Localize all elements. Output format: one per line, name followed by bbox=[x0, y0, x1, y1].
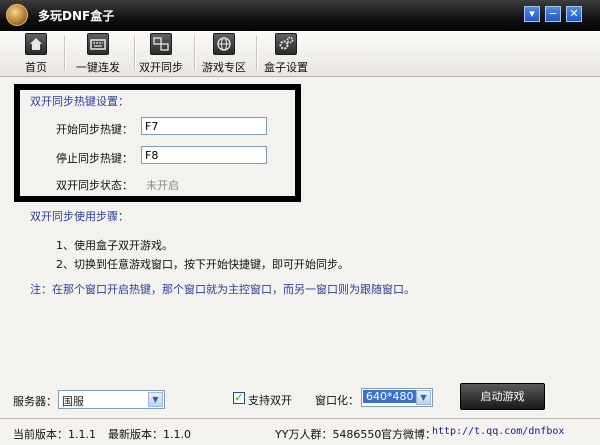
server-label: 服务器： bbox=[13, 395, 57, 408]
toolbar-settings[interactable]: 盒子设置 bbox=[262, 33, 310, 76]
hotkey-section-title: 双开同步热键设置： bbox=[30, 95, 129, 108]
windowed-label: 窗口化： bbox=[315, 394, 359, 407]
dual-open-label: 支持双开 bbox=[248, 394, 292, 407]
dual-open-checkbox[interactable]: ✓ bbox=[233, 392, 245, 404]
current-version: 当前版本：1.1.1 bbox=[13, 428, 96, 441]
window-size-select[interactable]: 640*480 ▼ bbox=[361, 388, 433, 407]
toolbar-label: 一键连发 bbox=[76, 61, 120, 74]
divider bbox=[0, 418, 600, 419]
hotkey-settings-panel: 双开同步热键设置： 开始同步热键： 停止同步热键： 双开同步状态： 未开启 bbox=[14, 84, 301, 202]
yy-group: YY万人群：5486550 bbox=[275, 428, 382, 441]
menu-dropdown-button[interactable]: ▾ bbox=[524, 6, 540, 22]
status-bar: 当前版本：1.1.1 最新版本：1.1.0 YY万人群：5486550 官方微博… bbox=[0, 421, 600, 445]
stop-hotkey-label: 停止同步热键： bbox=[56, 152, 133, 165]
close-button[interactable]: ✕ bbox=[566, 6, 582, 22]
step-item: 2、切换到任意游戏窗口，按下开始快捷键，即可开始同步。 bbox=[56, 258, 349, 271]
globe-icon bbox=[213, 33, 235, 55]
toolbar-divider bbox=[256, 36, 258, 70]
weibo-link[interactable]: http://t.qq.com/dnfbox bbox=[432, 426, 564, 437]
toolbar-hotkey-repeat[interactable]: 一键连发 bbox=[74, 33, 122, 76]
launch-game-button[interactable]: 启动游戏 bbox=[460, 383, 545, 410]
toolbar-label: 双开同步 bbox=[139, 61, 183, 74]
dual-window-icon bbox=[150, 33, 172, 55]
steps-section-title: 双开同步使用步骤： bbox=[30, 210, 129, 223]
toolbar-game-zone[interactable]: 游戏专区 bbox=[200, 33, 248, 76]
window-title: 多玩DNF盒子 bbox=[38, 9, 115, 23]
start-hotkey-label: 开始同步热键： bbox=[56, 123, 133, 136]
start-hotkey-input[interactable] bbox=[141, 117, 267, 135]
server-select-value: 国服 bbox=[62, 395, 84, 408]
app-logo-icon bbox=[6, 4, 28, 26]
minimize-button[interactable]: − bbox=[545, 6, 561, 22]
toolbar-divider bbox=[194, 36, 196, 70]
window-size-select-value: 640*480 bbox=[363, 390, 417, 403]
toolbar-divider bbox=[134, 36, 136, 70]
usage-note: 注：在那个窗口开启热键，那个窗口就为主控窗口，而另一窗口则为跟随窗口。 bbox=[30, 283, 415, 296]
main-toolbar: 首页 一键连发 双开同步 游戏专区 盒子设置 bbox=[0, 31, 600, 77]
gears-icon bbox=[275, 33, 297, 55]
title-bar: 多玩DNF盒子 ▾ − ✕ bbox=[0, 0, 600, 31]
stop-hotkey-input[interactable] bbox=[141, 146, 267, 164]
app-window: 多玩DNF盒子 ▾ − ✕ 首页 一键连发 双开同步 游戏专区 盒子设置 双开同… bbox=[0, 0, 600, 445]
toolbar-label: 盒子设置 bbox=[264, 61, 308, 74]
home-icon bbox=[25, 33, 47, 55]
keyboard-icon bbox=[87, 33, 109, 55]
server-select[interactable]: 国服 ▼ bbox=[58, 390, 165, 409]
chevron-down-icon[interactable]: ▼ bbox=[148, 392, 163, 407]
weibo-label: 官方微博： bbox=[381, 428, 436, 441]
step-item: 1、使用盒子双开游戏。 bbox=[56, 239, 173, 252]
toolbar-dual-sync[interactable]: 双开同步 bbox=[138, 33, 184, 76]
toolbar-label: 首页 bbox=[25, 61, 47, 74]
toolbar-label: 游戏专区 bbox=[202, 61, 246, 74]
toolbar-divider bbox=[64, 36, 66, 70]
latest-version: 最新版本：1.1.0 bbox=[108, 428, 191, 441]
sync-status-value: 未开启 bbox=[146, 179, 179, 192]
chevron-down-icon[interactable]: ▼ bbox=[416, 390, 431, 405]
sync-status-label: 双开同步状态： bbox=[56, 179, 133, 192]
toolbar-home[interactable]: 首页 bbox=[22, 33, 50, 76]
